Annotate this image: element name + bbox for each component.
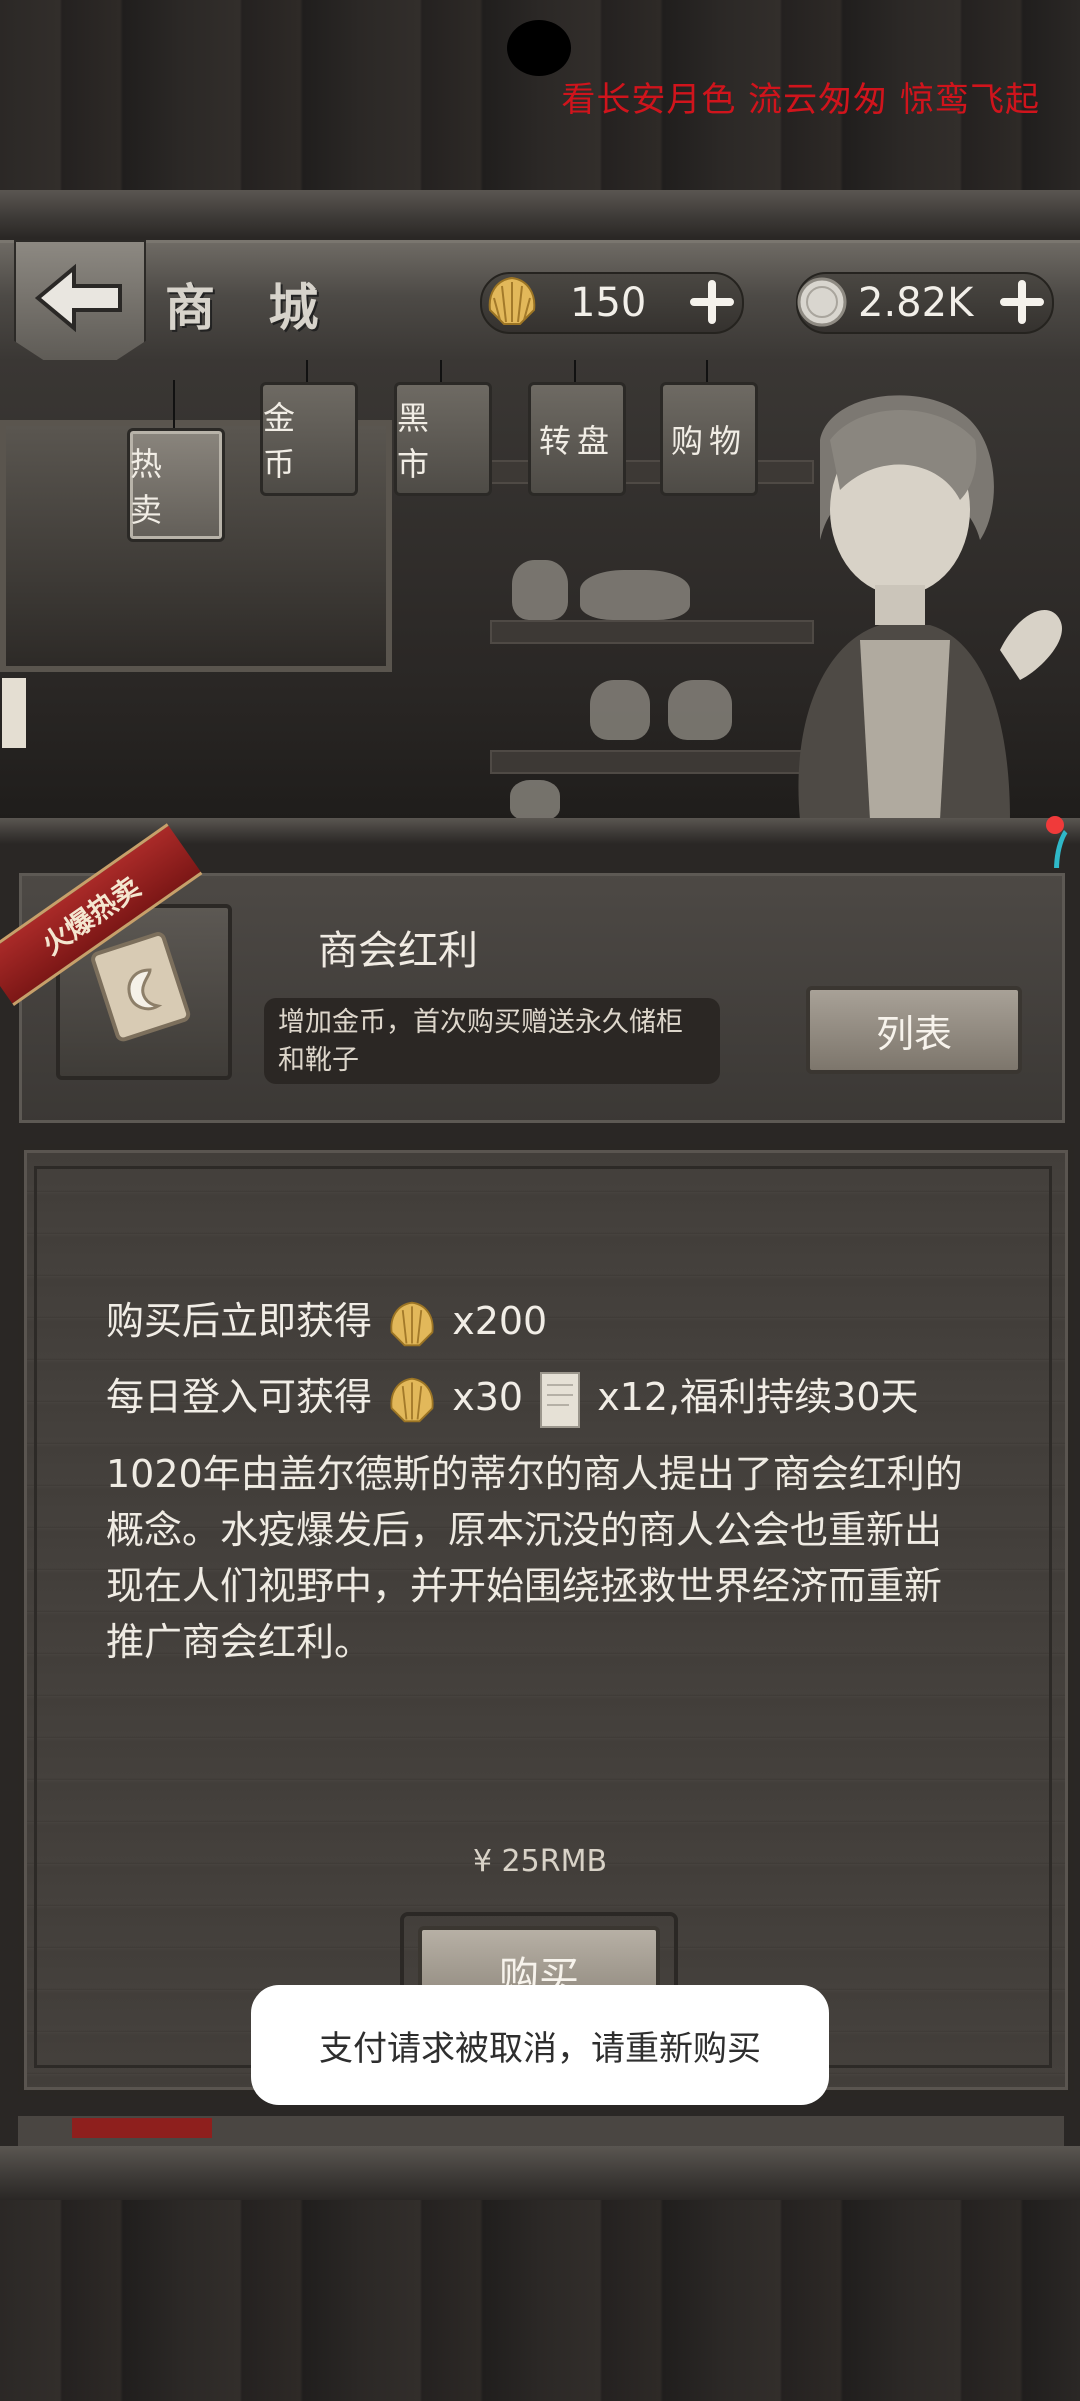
- tab-wheel[interactable]: 转盘: [528, 382, 626, 496]
- daily-shell-qty: x30: [452, 1375, 524, 1419]
- next-item-ribbon: [72, 2118, 212, 2138]
- bottom-wood-area: [0, 2200, 1080, 2401]
- paper-scroll-icon: [540, 1371, 581, 1428]
- silver-count: 2.82K: [858, 280, 974, 326]
- item-lore-text: 1020年由盖尔德斯的蒂尔的商人提出了商会红利的概念。水疫爆发后，原本沉没的商人…: [106, 1452, 963, 1664]
- shell-icon: [390, 1301, 434, 1346]
- tab-string: [574, 360, 576, 382]
- tab-string: [173, 380, 175, 428]
- candle: [2, 678, 26, 748]
- bottom-beam: [0, 2146, 1080, 2200]
- detail-line-daily: 每日登入可获得 x30 x12,福利持续30天: [106, 1366, 919, 1431]
- toast-message: 支付请求被取消，请重新购买: [251, 1985, 829, 2105]
- tab-shopping[interactable]: 购物: [660, 382, 758, 496]
- tab-string: [706, 360, 708, 382]
- notification-dot: [1046, 816, 1064, 834]
- shell-icon: [488, 276, 536, 325]
- tab-string: [306, 360, 308, 382]
- add-silver-plus-icon[interactable]: [998, 278, 1046, 326]
- jar: [580, 570, 690, 620]
- item-name: 商会红利: [318, 928, 478, 974]
- page-title: 商 城: [165, 278, 337, 337]
- back-arrow-icon[interactable]: [30, 258, 126, 338]
- tab-hot-sale[interactable]: 热 卖: [127, 428, 225, 542]
- price-label: ¥ 25RMB: [472, 1844, 608, 1879]
- daily-label: 每日登入可获得: [106, 1375, 373, 1419]
- daily-duration: ,福利持续30天: [668, 1375, 919, 1419]
- jar: [510, 780, 560, 820]
- item-description: 增加金币，首次购买赠送永久储柜和靴子: [264, 998, 720, 1084]
- immediate-qty: x200: [452, 1299, 548, 1343]
- marquee-text: 看长安月色 流云匆匆 惊鸾飞起: [561, 80, 1040, 120]
- daily-scroll-qty: x12: [597, 1375, 669, 1419]
- shell-icon: [390, 1377, 434, 1422]
- immediate-label: 购买后立即获得: [106, 1299, 373, 1343]
- shell-count: 150: [570, 280, 647, 326]
- jar: [590, 680, 650, 740]
- tab-black-market[interactable]: 黑 市: [394, 382, 492, 496]
- detail-line-immediate: 购买后立即获得 x200: [106, 1290, 547, 1349]
- jar: [512, 560, 568, 620]
- tab-string: [440, 360, 442, 382]
- add-shells-plus-icon[interactable]: [688, 278, 736, 326]
- tab-gold[interactable]: 金 币: [260, 382, 358, 496]
- camera-cutout: [507, 20, 571, 76]
- top-beam: [0, 190, 1080, 238]
- silver-coin-icon: [797, 277, 847, 327]
- list-button[interactable]: 列表: [806, 986, 1022, 1074]
